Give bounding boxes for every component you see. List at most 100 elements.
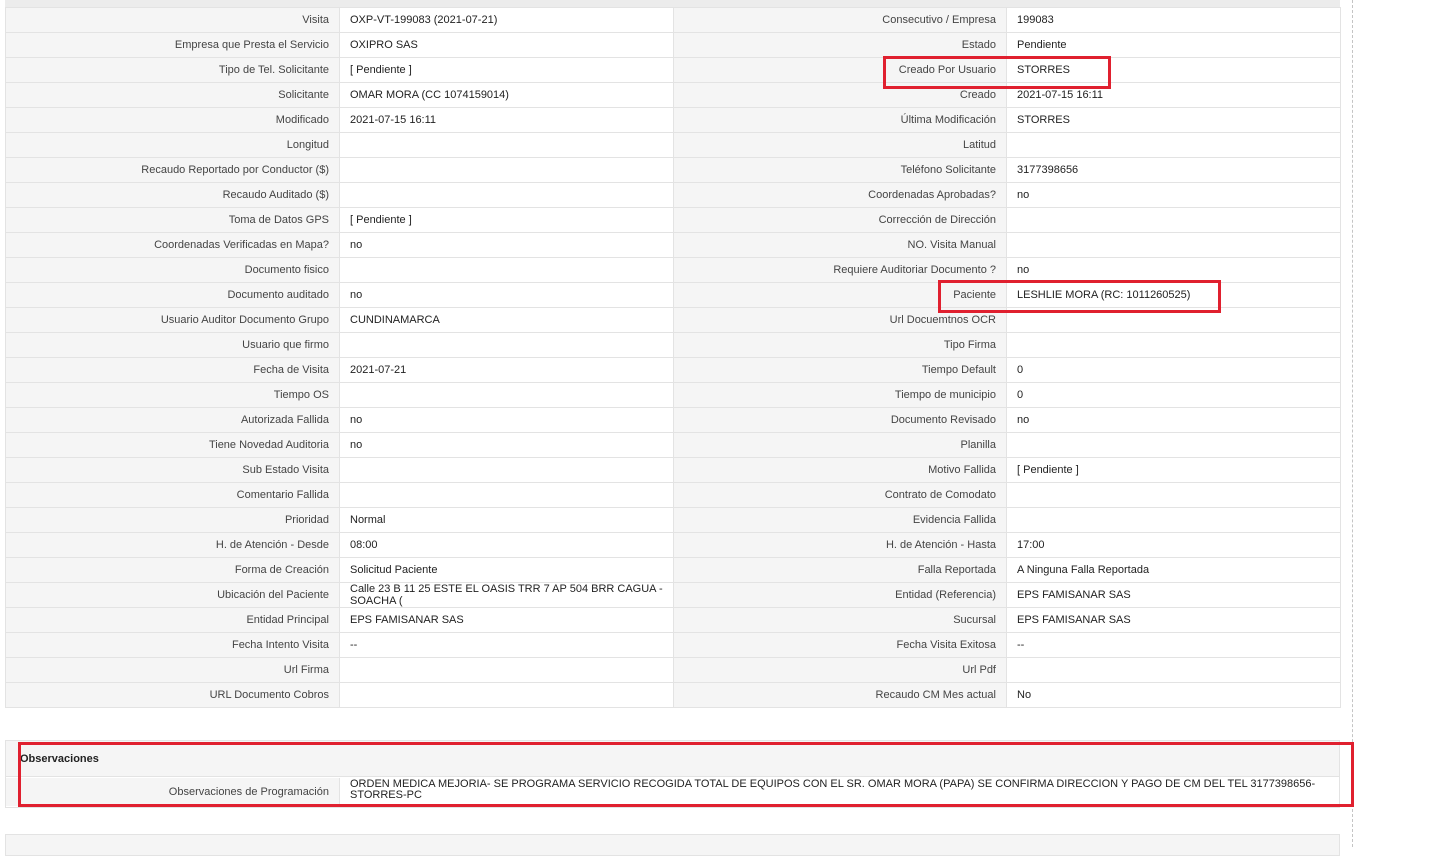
field-label: Fecha Visita Exitosa xyxy=(673,632,1007,658)
field-value: A Ninguna Falla Reportada xyxy=(1006,557,1341,583)
detail-row: Forma de Creación Solicitud Paciente Falla… xyxy=(5,557,1341,583)
field-label: Url Pdf xyxy=(673,657,1007,683)
field-label: Coordenadas Aprobadas? xyxy=(673,182,1007,208)
field-value: STORRES xyxy=(1006,107,1341,133)
field-value: 08:00 xyxy=(339,532,674,558)
field-value: 3177398656 xyxy=(1006,157,1341,183)
field-value: 2021-07-15 16:11 xyxy=(1006,82,1341,108)
visit-detail-table: Visita OXP-VT-199083 (2021-07-21) Consecut… xyxy=(5,7,1341,708)
field-value: Calle 23 B 11 25 ESTE EL OASIS TRR 7 AP … xyxy=(339,582,674,608)
field-label: Usuario Auditor Documento Grupo xyxy=(5,307,340,333)
detail-row: Tipo de Tel. Solicitante[ Pendiente ] Cre… xyxy=(5,57,1341,83)
field-label: Tiempo Default xyxy=(673,357,1007,383)
field-label: Empresa que Presta el Servicio xyxy=(5,32,340,58)
field-value xyxy=(339,482,674,508)
field-value xyxy=(1006,507,1341,533)
field-label: Teléfono Solicitante xyxy=(673,157,1007,183)
field-value: OXP-VT-199083 (2021-07-21) xyxy=(339,7,674,33)
field-label: Creado xyxy=(673,82,1007,108)
field-label: Tiempo de municipio xyxy=(673,382,1007,408)
detail-row: Empresa que Presta el Servicio OXIPRO SAS… xyxy=(5,32,1341,58)
field-value: no xyxy=(339,432,674,458)
field-label: Entidad Principal xyxy=(5,607,340,633)
detail-row: Entidad Principal EPS FAMISANAR SAS Sucurs… xyxy=(5,607,1341,633)
detail-row: Ubicación del Paciente Calle 23 B 11 25 E… xyxy=(5,582,1341,608)
detail-row: Prioridad Normal Evidencia Fallida xyxy=(5,507,1341,533)
field-value: 2021-07-21 xyxy=(339,357,674,383)
field-label: Autorizada Fallida xyxy=(5,407,340,433)
detail-row: Usuario que firmo Tipo Firma xyxy=(5,332,1341,358)
field-value xyxy=(339,657,674,683)
field-value xyxy=(339,157,674,183)
detail-row: Recaudo Auditado ($) Coordenadas Aprobada… xyxy=(5,182,1341,208)
field-value xyxy=(339,132,674,158)
detail-row: Toma de Datos GPS[ Pendiente ] Corrección… xyxy=(5,207,1341,233)
field-label: Modificado xyxy=(5,107,340,133)
field-label: URL Documento Cobros xyxy=(5,682,340,708)
detail-row: Url Firma Url Pdf xyxy=(5,657,1341,683)
field-label: Prioridad xyxy=(5,507,340,533)
field-label: Recaudo Reportado por Conductor ($) xyxy=(5,157,340,183)
field-label: Latitud xyxy=(673,132,1007,158)
detail-row: Visita OXP-VT-199083 (2021-07-21) Consecut… xyxy=(5,7,1341,33)
field-label: Creado Por Usuario xyxy=(673,57,1007,83)
field-label: Consecutivo / Empresa xyxy=(673,7,1007,33)
field-value: 0 xyxy=(1006,382,1341,408)
observaciones-label: Observaciones de Programación xyxy=(6,778,340,806)
field-label: Sucursal xyxy=(673,607,1007,633)
field-value xyxy=(339,457,674,483)
field-value: -- xyxy=(1006,632,1341,658)
field-label: Evidencia Fallida xyxy=(673,507,1007,533)
field-value xyxy=(1006,132,1341,158)
field-label: Usuario que firmo xyxy=(5,332,340,358)
field-value: LESHLIE MORA (RC: 1011260525) xyxy=(1006,282,1341,308)
field-value: [ Pendiente ] xyxy=(1006,457,1341,483)
observaciones-title: Observaciones xyxy=(6,741,1339,777)
field-value: OXIPRO SAS xyxy=(339,32,674,58)
detail-row: URL Documento Cobros Recaudo CM Mes actua… xyxy=(5,682,1341,708)
field-label: Sub Estado Visita xyxy=(5,457,340,483)
field-label: Documento Revisado xyxy=(673,407,1007,433)
field-label: Recaudo CM Mes actual xyxy=(673,682,1007,708)
field-label: Solicitante xyxy=(5,82,340,108)
field-value: 0 xyxy=(1006,357,1341,383)
field-value xyxy=(1006,232,1341,258)
field-value xyxy=(1006,657,1341,683)
field-value xyxy=(339,682,674,708)
field-label: Tiene Novedad Auditoria xyxy=(5,432,340,458)
field-label: H. de Atención - Desde xyxy=(5,532,340,558)
field-value: Normal xyxy=(339,507,674,533)
field-label: Coordenadas Verificadas en Mapa? xyxy=(5,232,340,258)
field-label: Comentario Fallida xyxy=(5,482,340,508)
field-value: no xyxy=(339,232,674,258)
detail-row: Coordenadas Verificadas en Mapa? no NO. V… xyxy=(5,232,1341,258)
field-label: Planilla xyxy=(673,432,1007,458)
field-value xyxy=(1006,432,1341,458)
field-value: [ Pendiente ] xyxy=(339,207,674,233)
detail-row: Documento auditado no Paciente LESHLIE MOR… xyxy=(5,282,1341,308)
field-value: 17:00 xyxy=(1006,532,1341,558)
field-value: no xyxy=(1006,407,1341,433)
field-value xyxy=(339,257,674,283)
detail-row: H. de Atención - Desde 08:00 H. de Atenció… xyxy=(5,532,1341,558)
field-label: Longitud xyxy=(5,132,340,158)
field-value xyxy=(339,182,674,208)
next-panel-header xyxy=(5,834,1340,856)
field-label: Falla Reportada xyxy=(673,557,1007,583)
field-value: Pendiente xyxy=(1006,32,1341,58)
field-label: Documento auditado xyxy=(5,282,340,308)
field-label: Tiempo OS xyxy=(5,382,340,408)
detail-row: Modificado 2021-07-15 16:11 Última Modific… xyxy=(5,107,1341,133)
field-value: no xyxy=(1006,257,1341,283)
detail-row: Comentario Fallida Contrato de Comodato xyxy=(5,482,1341,508)
field-label: Toma de Datos GPS xyxy=(5,207,340,233)
field-label: Url Docuemtnos OCR xyxy=(673,307,1007,333)
field-value xyxy=(1006,332,1341,358)
field-value xyxy=(1006,307,1341,333)
field-value: 2021-07-15 16:11 xyxy=(339,107,674,133)
detail-row: Tiene Novedad Auditoria no Planilla xyxy=(5,432,1341,458)
detail-row: Longitud Latitud xyxy=(5,132,1341,158)
field-value xyxy=(1006,207,1341,233)
page-divider xyxy=(1352,0,1353,847)
field-value: OMAR MORA (CC 1074159014) xyxy=(339,82,674,108)
